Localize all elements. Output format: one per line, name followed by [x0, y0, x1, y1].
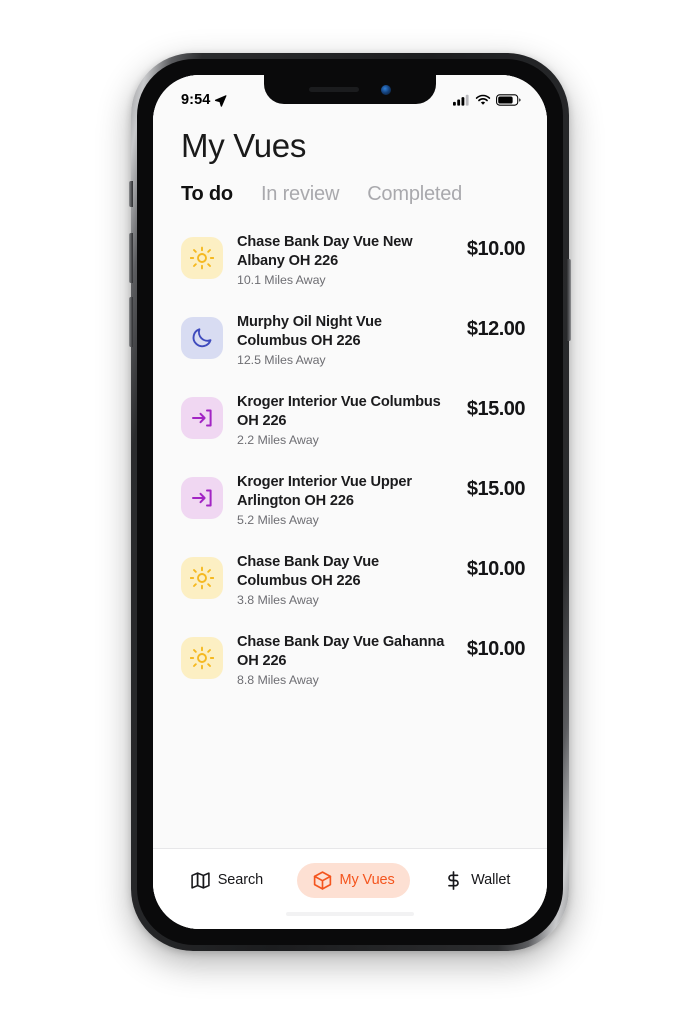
wifi-icon — [475, 94, 491, 105]
list-item-text: Kroger Interior Vue Columbus OH 226 2.2 … — [237, 390, 453, 447]
list-item-title: Chase Bank Day Vue Columbus OH 226 — [237, 554, 379, 589]
power-button[interactable] — [567, 259, 571, 341]
enter-arrow-icon — [181, 477, 223, 519]
content-area[interactable]: My Vues To do In review Completed Chase … — [153, 75, 547, 848]
home-indicator — [153, 911, 547, 929]
volume-up-button[interactable] — [129, 233, 133, 283]
tab-in-review[interactable]: In review — [261, 183, 339, 206]
vue-list: Chase Bank Day Vue New Albany OH 226 10.… — [153, 208, 547, 702]
list-item-title: Chase Bank Day Vue Gahanna OH 226 — [237, 634, 445, 669]
tab-to-do[interactable]: To do — [181, 183, 233, 206]
tab-completed[interactable]: Completed — [367, 183, 462, 206]
sun-icon — [181, 637, 223, 679]
list-item-distance: 3.8 Miles Away — [237, 593, 319, 608]
page-title: My Vues — [181, 127, 307, 164]
front-camera-icon — [381, 84, 391, 95]
list-item-title: Kroger Interior Vue Upper Arlington OH 2… — [237, 474, 412, 509]
list-item-distance: 12.5 Miles Away — [237, 353, 326, 368]
notch — [264, 75, 436, 104]
list-item-title: Chase Bank Day Vue New Albany OH 226 — [237, 234, 413, 269]
list-item-text: Murphy Oil Night Vue Columbus OH 226 12.… — [237, 310, 453, 367]
nav-tab-wallet-label: Wallet — [471, 872, 511, 888]
earpiece-speaker-icon — [309, 87, 359, 92]
list-item[interactable]: Kroger Interior Vue Upper Arlington OH 2… — [153, 462, 547, 542]
nav-tab-search[interactable]: Search — [178, 863, 275, 898]
phone-frame: 9:54 My Vues To do In review Completed C… — [129, 53, 571, 951]
list-item[interactable]: Chase Bank Day Vue Gahanna OH 226 8.8 Mi… — [153, 622, 547, 702]
list-item[interactable]: Murphy Oil Night Vue Columbus OH 226 12.… — [153, 302, 547, 382]
list-item-distance: 2.2 Miles Away — [237, 433, 319, 448]
dollar-icon — [448, 870, 459, 890]
list-item-price: $12.00 — [466, 318, 526, 340]
nav-tab-my-vues[interactable]: My Vues — [296, 862, 410, 898]
status-time: 9:54 — [181, 92, 211, 108]
nav-tab-wallet[interactable]: Wallet — [431, 863, 522, 898]
volume-down-button[interactable] — [129, 297, 133, 347]
list-item-text: Chase Bank Day Vue New Albany OH 226 10.… — [237, 230, 453, 287]
segmented-tabs: To do In review Completed — [153, 165, 547, 208]
list-item[interactable]: Chase Bank Day Vue Columbus OH 226 3.8 M… — [153, 542, 547, 622]
list-item-text: Chase Bank Day Vue Gahanna OH 226 8.8 Mi… — [237, 630, 453, 687]
list-item[interactable]: Chase Bank Day Vue New Albany OH 226 10.… — [153, 222, 547, 302]
nav-tab-search-label: Search — [217, 872, 264, 888]
list-item[interactable]: Kroger Interior Vue Columbus OH 226 2.2 … — [153, 382, 547, 462]
phone-screen: 9:54 My Vues To do In review Completed C… — [153, 75, 547, 929]
list-item-title: Kroger Interior Vue Columbus OH 226 — [237, 394, 441, 429]
list-item-distance: 8.8 Miles Away — [237, 673, 319, 688]
moon-icon — [181, 317, 223, 359]
list-item-text: Kroger Interior Vue Upper Arlington OH 2… — [237, 470, 453, 527]
list-item-distance: 10.1 Miles Away — [237, 273, 326, 288]
list-item-price: $10.00 — [466, 638, 526, 660]
map-icon — [191, 871, 210, 889]
status-bar-right — [453, 94, 521, 106]
list-item-text: Chase Bank Day Vue Columbus OH 226 3.8 M… — [237, 550, 453, 607]
phone-bezel: 9:54 My Vues To do In review Completed C… — [137, 59, 563, 945]
list-item-price: $10.00 — [466, 238, 526, 260]
home-indicator-bar[interactable] — [286, 912, 414, 916]
bottom-tab-bar: Search My Vues Wallet — [153, 849, 547, 911]
list-item-title: Murphy Oil Night Vue Columbus OH 226 — [237, 314, 382, 349]
sun-icon — [181, 557, 223, 599]
list-item-price: $15.00 — [466, 398, 526, 420]
mute-switch-button[interactable] — [129, 181, 133, 207]
list-item-distance: 5.2 Miles Away — [237, 513, 319, 528]
location-arrow-icon — [215, 94, 227, 107]
cube-icon — [313, 870, 331, 890]
status-bar-left: 9:54 — [181, 92, 227, 108]
app-screen: My Vues To do In review Completed Chase … — [153, 75, 547, 929]
cellular-bars-icon — [453, 94, 469, 106]
list-item-price: $15.00 — [466, 478, 526, 500]
nav-tab-my-vues-label: My Vues — [339, 872, 395, 888]
battery-icon — [496, 94, 521, 106]
list-item-price: $10.00 — [466, 558, 526, 580]
enter-arrow-icon — [181, 397, 223, 439]
sun-icon — [181, 237, 223, 279]
